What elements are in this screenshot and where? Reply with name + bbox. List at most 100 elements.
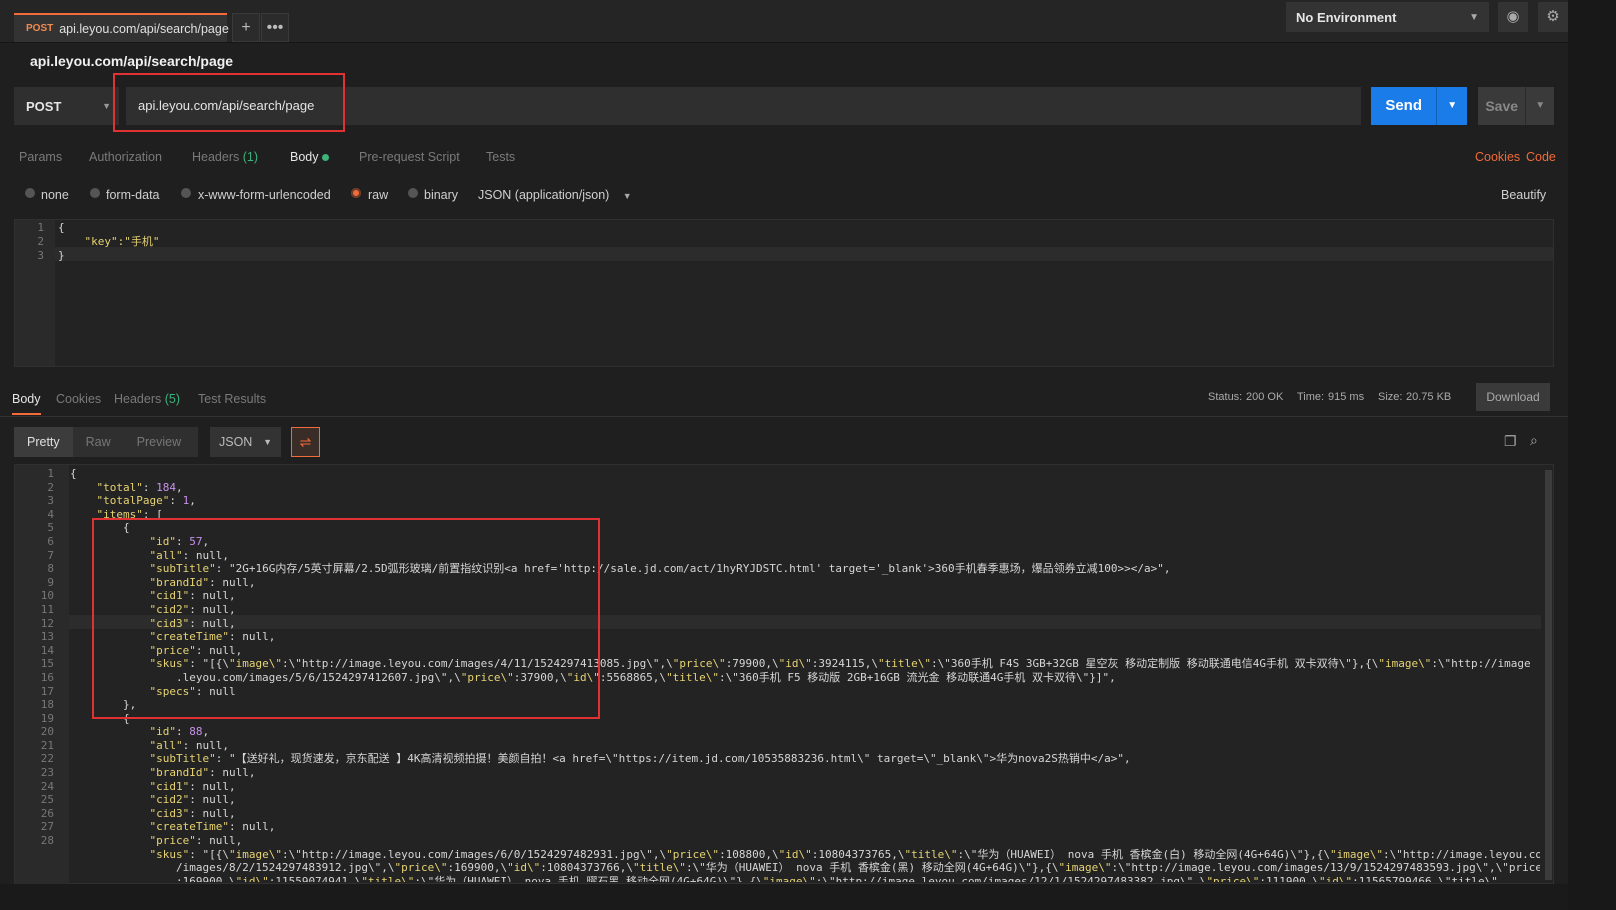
- response-tab-test-results[interactable]: Test Results: [198, 392, 266, 406]
- right-strip: [1568, 0, 1616, 910]
- response-code-line: "createTime": null,: [149, 820, 276, 834]
- response-tab-headers[interactable]: Headers (5): [114, 392, 180, 406]
- tab-headers[interactable]: Headers (1): [192, 150, 258, 164]
- status-bar: [0, 884, 1568, 910]
- line-number: 12: [40, 616, 54, 630]
- view-raw[interactable]: Raw: [73, 427, 124, 457]
- search-icon[interactable]: ⌕: [1530, 432, 1538, 449]
- download-button[interactable]: Download: [1476, 383, 1550, 411]
- code-link[interactable]: Code: [1526, 150, 1556, 164]
- response-code-line: /images/8/2/1524297483912.jpg\",\"price\…: [70, 861, 1540, 875]
- request-tab[interactable]: POST api.leyou.com/api/search/page: [14, 13, 229, 42]
- response-code-line: "cid1": null,: [149, 779, 236, 793]
- line-number: 14: [40, 643, 54, 657]
- send-button[interactable]: Send ▼: [1371, 87, 1467, 125]
- environment-select[interactable]: No Environment ▼: [1286, 2, 1489, 32]
- response-code-line: "price": null,: [149, 834, 243, 848]
- response-code-line: "id": 88,: [149, 725, 210, 739]
- radio-raw[interactable]: [351, 188, 361, 198]
- request-body-line: }: [58, 249, 65, 262]
- tab-tests[interactable]: Tests: [486, 150, 515, 164]
- radio-urlencoded[interactable]: [181, 188, 191, 198]
- line-number: 3: [37, 249, 44, 262]
- line-number: 11: [40, 602, 54, 616]
- wrap-icon: ⇌: [299, 434, 312, 450]
- gear-icon: ⚙: [1546, 8, 1560, 25]
- tab-url: api.leyou.com/api/search/page: [59, 21, 229, 36]
- headers-count: (1): [242, 150, 259, 164]
- view-preview[interactable]: Preview: [124, 427, 194, 457]
- content-type-select[interactable]: JSON (application/json) ▼: [478, 188, 632, 202]
- chevron-down-icon: ▼: [263, 437, 272, 447]
- response-tab-body[interactable]: Body: [12, 392, 41, 415]
- format-select[interactable]: JSON ▼: [210, 427, 281, 457]
- tab-params[interactable]: Params: [19, 150, 62, 164]
- format-label: JSON: [219, 435, 253, 449]
- radio-form-data[interactable]: [90, 188, 100, 198]
- request-body-line: "key":"手机": [58, 235, 160, 248]
- response-code-line: "all": null,: [149, 738, 229, 752]
- line-number: 2: [47, 480, 54, 494]
- radio-none-label: none: [41, 188, 69, 202]
- settings-button[interactable]: ⚙: [1538, 2, 1568, 32]
- line-number: 8: [47, 562, 54, 576]
- line-number: 18: [40, 698, 54, 712]
- view-pretty[interactable]: Pretty: [14, 427, 73, 457]
- radio-none[interactable]: [25, 188, 35, 198]
- line-number: 24: [40, 779, 54, 793]
- chevron-down-icon: ▼: [102, 101, 111, 111]
- request-body-line: {: [58, 221, 65, 234]
- method-label: POST: [26, 98, 62, 114]
- tab-body[interactable]: Body: [290, 150, 329, 164]
- radio-binary-label: binary: [424, 188, 459, 202]
- chevron-down-icon: ▼: [1469, 11, 1479, 23]
- tab-headers-label: Headers: [192, 150, 240, 164]
- line-number: 15: [40, 657, 54, 671]
- response-headers-count: (5): [164, 392, 181, 406]
- beautify-link[interactable]: Beautify: [1501, 188, 1546, 202]
- response-tab-cookies[interactable]: Cookies: [56, 392, 101, 406]
- tab-options-button[interactable]: •••: [261, 13, 289, 42]
- copy-icon[interactable]: ❐: [1504, 433, 1517, 450]
- save-button[interactable]: Save ▼: [1478, 87, 1554, 125]
- line-number: 16: [40, 670, 54, 684]
- line-number: 1: [47, 467, 54, 480]
- view-mode-bar: Pretty Raw Preview: [14, 427, 198, 457]
- line-number: 13: [40, 630, 54, 644]
- response-line-numbers: 1 2 3 4 5 6 7 8 9 10 11 12 13 14 15 16 17 18 19 20 21 22 23 24 2…: [22, 467, 54, 848]
- tab-body-label: Body: [290, 150, 319, 164]
- chevron-down-icon: ▼: [622, 191, 632, 201]
- size-label: Size:: [1378, 391, 1403, 403]
- send-label: Send: [1385, 97, 1422, 114]
- more-icon: •••: [266, 19, 284, 36]
- chevron-down-icon[interactable]: ▼: [1436, 87, 1467, 125]
- cookies-link[interactable]: Cookies: [1475, 150, 1520, 164]
- vertical-scrollbar[interactable]: [1545, 470, 1552, 880]
- radio-raw-label: raw: [368, 188, 389, 202]
- line-number: 7: [47, 548, 54, 562]
- radio-form-data-label: form-data: [106, 188, 160, 202]
- tab-prerequest[interactable]: Pre-request Script: [359, 150, 460, 164]
- response-code-line: :169900,\"id\":11559074941,\"title\":\"华…: [70, 874, 1498, 882]
- line-number: 17: [40, 684, 54, 698]
- request-title: api.leyou.com/api/search/page: [30, 53, 234, 69]
- tab-method: POST: [26, 23, 54, 34]
- eye-icon: ◉: [1506, 8, 1520, 25]
- line-number: 6: [47, 534, 54, 548]
- size-value: 20.75 KB: [1406, 391, 1452, 403]
- plus-icon: +: [241, 19, 251, 36]
- line-number: 19: [40, 711, 54, 725]
- chevron-down-icon[interactable]: ▼: [1525, 87, 1554, 125]
- response-highlight-box: [92, 518, 600, 719]
- method-select[interactable]: POST ▼: [14, 87, 119, 125]
- wrap-lines-button[interactable]: ⇌: [291, 427, 320, 457]
- environment-quick-look-button[interactable]: ◉: [1498, 2, 1528, 32]
- response-code-line: "subTitle": "【送好礼，现货速发，京东配送 】4K高清视频拍摄！美颜…: [149, 752, 1131, 766]
- radio-binary[interactable]: [408, 188, 418, 198]
- tab-authorization[interactable]: Authorization: [89, 150, 162, 164]
- new-tab-button[interactable]: +: [232, 13, 260, 42]
- response-code-line: "brandId": null,: [149, 766, 256, 780]
- request-body-editor[interactable]: [14, 219, 1554, 367]
- response-code-line: "total": 184,: [96, 480, 183, 494]
- time-value: 915 ms: [1328, 391, 1365, 403]
